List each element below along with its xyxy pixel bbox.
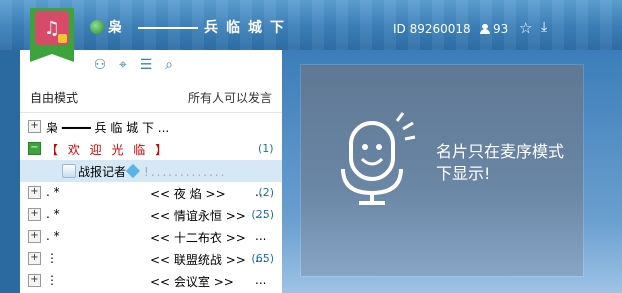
member-role-icon xyxy=(62,164,76,178)
mode-label[interactable]: 自由模式 xyxy=(30,89,78,106)
channel-row[interactable]: + . * << 十二布衣 >> ... xyxy=(20,226,282,248)
member-suffix: !............. xyxy=(144,165,227,179)
tree-root-row[interactable]: + 枭 ━━━━ 兵 临 城 下 ... xyxy=(20,116,282,138)
channel-dots: ... xyxy=(255,229,267,243)
channel-dots: ... xyxy=(255,273,267,287)
collapse-icon[interactable]: − xyxy=(28,142,41,155)
expander-icon[interactable]: + xyxy=(28,252,41,265)
channel-logo-badge[interactable]: ♫ xyxy=(30,8,74,62)
channel-title: 枭 兵临城下 xyxy=(108,17,292,37)
permission-label: 所有人可以发言 xyxy=(187,91,272,105)
expander-icon[interactable]: + xyxy=(28,274,41,287)
channel-row[interactable]: + . * << 夜 焰 >> ... (2) xyxy=(20,182,282,204)
channel-name: << 情谊永恒 >> xyxy=(150,209,246,223)
channel-count: (2) xyxy=(258,186,274,199)
star-icon[interactable]: ☆ xyxy=(519,19,532,37)
channel-prefix: 枭 xyxy=(108,20,130,36)
channel-count: (65) xyxy=(251,252,274,265)
vip-icon xyxy=(125,163,141,179)
channel-name: << 会议室 >> xyxy=(150,275,234,289)
expander-icon[interactable]: + xyxy=(28,186,41,199)
expander-icon[interactable]: + xyxy=(28,230,41,243)
channel-name-text: 兵临城下 xyxy=(204,20,292,36)
online-count: 93 xyxy=(480,22,508,36)
member-row[interactable]: 战报记者!............. xyxy=(20,160,282,182)
channel-prefix: . * xyxy=(46,207,60,221)
channel-prefix: ⋮ xyxy=(46,251,58,265)
channel-name: << 夜 焰 >> xyxy=(150,187,226,201)
channel-id: ID 89260018 xyxy=(393,22,471,36)
globe-icon[interactable] xyxy=(90,20,104,34)
channel-row[interactable]: + . * << 情谊永恒 >> ... (25) xyxy=(20,204,282,226)
member-list-icon[interactable]: ☰ xyxy=(138,57,154,73)
channel-row[interactable]: + ⋮ << 联盟统战 >> ... (65) xyxy=(20,248,282,270)
root-channel-name: 枭 ━━━━ 兵 临 城 下 ... xyxy=(46,121,170,135)
logo-sub-badge xyxy=(58,34,67,43)
channel-row[interactable]: + ⋮ << 会议室 >> ... xyxy=(20,270,282,292)
channel-header: 枭 兵临城下 ID 89260018 93 ☆ ⤓ xyxy=(0,0,622,50)
channel-name: << 十二布衣 >> xyxy=(150,231,246,245)
download-icon[interactable]: ⤓ xyxy=(541,19,547,35)
channel-name: << 联盟统战 >> xyxy=(150,253,246,267)
member-name: 战报记者!............. xyxy=(78,163,226,180)
channel-prefix: ⋮ xyxy=(46,273,58,287)
card-message: 名片只在麦序模式下显示! xyxy=(436,142,565,183)
mode-bar: 自由模式 所有人可以发言 xyxy=(20,82,282,113)
channel-logo: ♫ xyxy=(35,11,69,45)
welcome-count: (1) xyxy=(258,142,274,155)
member-name-text: 战报记者 xyxy=(78,165,127,179)
channel-tree-panel: ⚇ ⌖ ☰ ⌕ 自由模式 所有人可以发言 + 枭 ━━━━ 兵 临 城 下 ..… xyxy=(20,50,282,293)
search-icon[interactable]: ⌕ xyxy=(161,57,177,73)
channel-prefix: . * xyxy=(46,229,60,243)
microphone-icon xyxy=(341,112,416,205)
welcome-row[interactable]: − 【 欢 迎 光 临 】 (1) xyxy=(20,138,282,160)
expander-icon[interactable]: + xyxy=(28,120,41,133)
expander-icon[interactable]: + xyxy=(28,208,41,221)
online-count-value: 93 xyxy=(493,22,509,36)
channel-prefix: . * xyxy=(46,185,60,199)
channel-count: (25) xyxy=(251,208,274,221)
location-icon[interactable]: ⌖ xyxy=(115,57,131,73)
welcome-channel-name: 【 欢 迎 光 临 】 xyxy=(46,143,171,157)
user-icon xyxy=(480,24,490,34)
channel-tree: + 枭 ━━━━ 兵 临 城 下 ... − 【 欢 迎 光 临 】 (1) 战… xyxy=(20,116,282,292)
user-search-icon[interactable]: ⚇ xyxy=(92,57,108,73)
title-line-divider xyxy=(138,27,198,29)
